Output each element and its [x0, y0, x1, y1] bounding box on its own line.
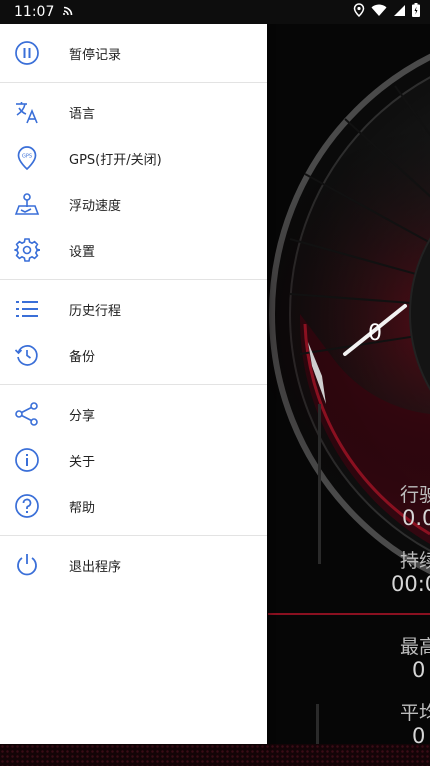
stat-label-duration: 持续	[400, 550, 430, 572]
pause-icon	[14, 40, 40, 66]
menu-item-floating-speed[interactable]: 浮动速度	[0, 181, 267, 227]
help-icon	[14, 493, 40, 519]
share-icon	[14, 401, 40, 427]
stat-value-max: 0	[412, 658, 426, 682]
menu-item-gps-toggle[interactable]: GPS GPS(打开/关闭)	[0, 135, 267, 181]
gps-pin-icon: GPS	[14, 145, 40, 171]
menu-item-label: 关于	[69, 454, 96, 470]
list-icon	[14, 296, 40, 322]
battery-icon	[412, 3, 420, 21]
menu-item-help[interactable]: 帮助	[0, 483, 267, 529]
menu-item-backup[interactable]: 备份	[0, 332, 267, 378]
bottom-pattern-strip	[0, 744, 430, 766]
menu-item-label: 设置	[69, 244, 96, 260]
menu-item-label: 语言	[69, 106, 96, 122]
translate-icon	[14, 99, 40, 125]
menu-item-pause-recording[interactable]: 暂停记录	[0, 30, 267, 76]
menu-item-label: 暂停记录	[69, 47, 122, 63]
speed-readout: 0	[368, 321, 382, 346]
stat-value-distance: 0.0	[402, 506, 430, 530]
divider-line	[268, 613, 430, 615]
drawer-group-exit: 退出程序	[0, 536, 267, 594]
svg-text:GPS: GPS	[22, 154, 32, 160]
menu-item-label: 帮助	[69, 500, 96, 516]
drawer-group-info: 分享 关于 帮助	[0, 385, 267, 536]
menu-item-trip-history[interactable]: 历史行程	[0, 286, 267, 332]
menu-item-label: GPS(打开/关闭)	[69, 152, 162, 168]
stat-label-avg: 平均	[400, 702, 430, 724]
stat-label-max: 最高	[400, 636, 430, 658]
drawer-group-options: 语言 GPS GPS(打开/关闭) 浮动速度 设置	[0, 83, 267, 280]
menu-item-label: 历史行程	[69, 303, 122, 319]
menu-item-label: 分享	[69, 408, 96, 424]
menu-item-about[interactable]: 关于	[0, 437, 267, 483]
menu-item-exit[interactable]: 退出程序	[0, 542, 267, 588]
stat-label-distance: 行驶	[400, 484, 430, 506]
info-icon	[14, 447, 40, 473]
status-bar: 11:07	[0, 0, 430, 24]
power-icon	[14, 552, 40, 578]
wifi-icon	[371, 4, 387, 21]
drawer-group-record: 暂停记录	[0, 24, 267, 83]
menu-item-language[interactable]: 语言	[0, 89, 267, 135]
history-icon	[14, 342, 40, 368]
navigation-drawer: 暂停记录 语言 GPS GPS(打开/关闭) 浮动速度 设置 历史行程 备份 分…	[0, 24, 267, 744]
cast-icon	[62, 3, 76, 21]
menu-item-share[interactable]: 分享	[0, 391, 267, 437]
map-person-icon	[14, 191, 40, 217]
menu-item-label: 退出程序	[69, 559, 122, 575]
signal-icon	[393, 4, 406, 21]
gear-icon	[14, 237, 40, 263]
status-time: 11:07	[14, 4, 55, 20]
stat-value-duration: 00:0	[391, 572, 430, 596]
menu-item-label: 浮动速度	[69, 198, 122, 214]
menu-item-label: 备份	[69, 349, 96, 365]
drawer-group-history: 历史行程 备份	[0, 280, 267, 385]
location-icon	[353, 3, 365, 21]
menu-item-settings[interactable]: 设置	[0, 227, 267, 273]
